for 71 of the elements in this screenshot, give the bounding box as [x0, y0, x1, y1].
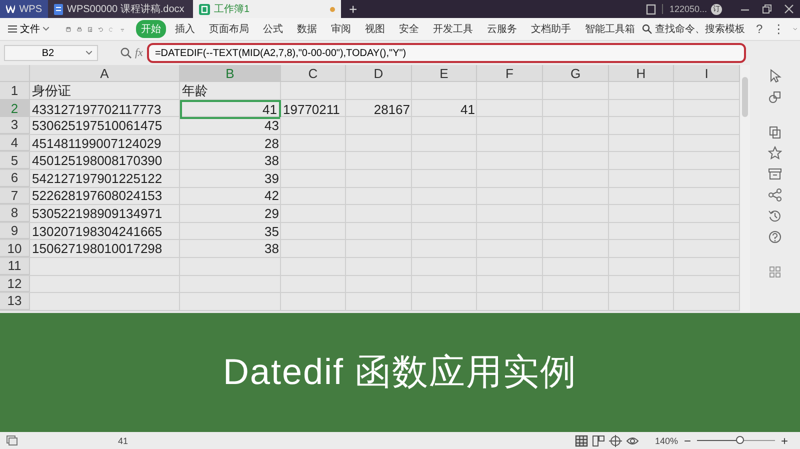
- table-cell-text: 35: [264, 222, 280, 240]
- command-search[interactable]: 查找命令、搜索模板: [642, 22, 745, 36]
- table-cell-text: 450125198008170390: [31, 152, 164, 169]
- formula-field[interactable]: =DATEDIF(--TEXT(MID(A2,7,8),"0-00-00"),TODAY(),"Y"): [146, 43, 746, 63]
- zoom-level[interactable]: 140%: [654, 436, 678, 446]
- menu-tab[interactable]: 公式: [258, 20, 288, 38]
- row-header[interactable]: 5: [0, 152, 30, 169]
- table-cell-text: 38: [264, 240, 280, 257]
- row-header[interactable]: 13: [0, 293, 30, 310]
- column-header[interactable]: D: [346, 65, 412, 82]
- table-cell-text: 39: [264, 170, 280, 187]
- table-cell-text: 38: [264, 152, 280, 169]
- table-cell-text: 130207198304241665: [31, 222, 164, 240]
- table-cell-text: 28: [264, 134, 280, 152]
- zoom-out-button[interactable]: −: [678, 434, 697, 448]
- help-button[interactable]: ?: [750, 22, 768, 36]
- more-button[interactable]: ⋮: [768, 22, 790, 36]
- row-header[interactable]: 12: [0, 276, 30, 292]
- column-header[interactable]: F: [477, 65, 543, 82]
- document-tab[interactable]: WPS00000 课程讲稿.docx: [48, 0, 193, 18]
- column-header[interactable]: H: [609, 65, 674, 82]
- menu-tab[interactable]: 安全: [394, 20, 424, 38]
- table-cell-text: 150627198010017298: [31, 240, 164, 257]
- table-cell-text: 29: [264, 205, 280, 222]
- row-header[interactable]: 9: [0, 222, 30, 240]
- table-cell-text: 41: [460, 100, 476, 119]
- table-cell-text: 530625197510061475: [31, 117, 164, 134]
- table-cell-text: 522628197608024153: [31, 188, 164, 204]
- table-cell-text: 身份证: [31, 82, 72, 100]
- document-tab[interactable]: 工作簿1: [193, 0, 341, 18]
- row-header[interactable]: 8: [0, 205, 30, 222]
- table-cell-text: 433127197702117773: [31, 100, 162, 119]
- table-cell-text: 年龄: [181, 82, 209, 100]
- column-header[interactable]: I: [674, 65, 740, 82]
- column-header[interactable]: G: [543, 65, 609, 82]
- caption-title: Datedif 函数应用实例: [222, 350, 578, 394]
- row-header[interactable]: 7: [0, 188, 30, 204]
- column-header[interactable]: A: [30, 65, 180, 82]
- row-header[interactable]: 6: [0, 170, 30, 187]
- selected-cell[interactable]: 41: [180, 100, 281, 119]
- table-cell-text: 43: [264, 117, 280, 134]
- menu-tab[interactable]: 页面布局: [204, 20, 254, 38]
- row-header[interactable]: 1: [0, 82, 30, 100]
- user-name[interactable]: 122050...: [669, 4, 707, 14]
- menu-tab[interactable]: 审阅: [326, 20, 356, 38]
- column-header[interactable]: C: [281, 65, 346, 82]
- row-header[interactable]: 4: [0, 134, 30, 152]
- new-tab-button[interactable]: +: [341, 1, 366, 17]
- menu-tab[interactable]: 文档助手: [526, 20, 576, 38]
- table-cell-text: 28167: [372, 100, 411, 119]
- document-tab[interactable]: WPS: [0, 0, 48, 18]
- table-cell-text: 451481199007124029: [31, 134, 162, 152]
- table-cell-text: 530522198909134971: [31, 205, 164, 222]
- table-cell-text: 542127197901225122: [31, 170, 164, 187]
- file-menu[interactable]: 文件: [4, 22, 53, 36]
- row-header[interactable]: 3: [0, 117, 30, 134]
- menu-tab[interactable]: 开发工具: [428, 20, 478, 38]
- function-button[interactable]: fx: [135, 47, 143, 59]
- menu-tab[interactable]: 视图: [360, 20, 390, 38]
- menu-tab[interactable]: 数据: [292, 20, 322, 38]
- table-cell-text: 19770211: [282, 100, 341, 119]
- row-header[interactable]: 11: [0, 258, 30, 275]
- zoom-in-button[interactable]: +: [774, 434, 794, 448]
- table-cell-text: 42: [264, 188, 280, 204]
- status-value: 41: [118, 436, 128, 446]
- menu-tab[interactable]: 智能工具箱: [580, 20, 640, 38]
- column-header[interactable]: E: [412, 65, 477, 82]
- name-box[interactable]: B2: [4, 45, 98, 61]
- menu-tab[interactable]: 插入: [170, 20, 200, 38]
- row-header[interactable]: 10: [0, 240, 30, 257]
- menu-tab[interactable]: 云服务: [482, 20, 522, 38]
